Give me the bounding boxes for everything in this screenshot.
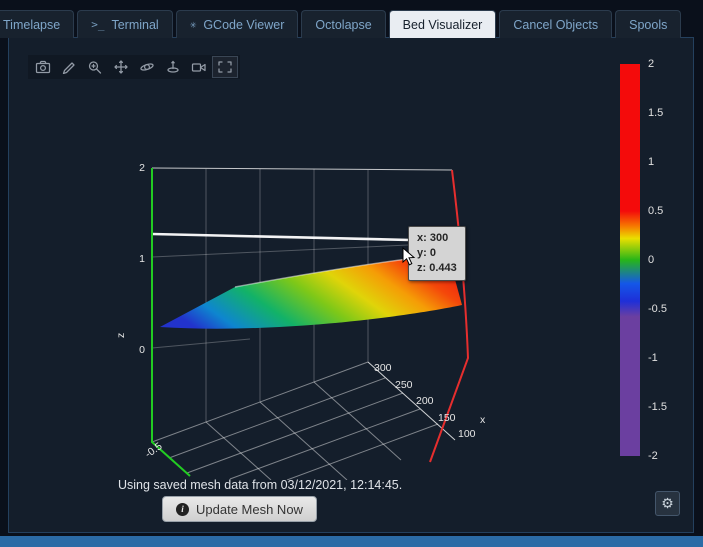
tab-label: Octolapse xyxy=(315,17,372,32)
z-tick: 1 xyxy=(139,253,145,265)
z-tick: -0.5 xyxy=(143,440,165,460)
tooltip-z: z: 0.443 xyxy=(417,261,457,274)
tab-terminal[interactable]: >_ Terminal xyxy=(77,10,173,38)
z-axis-title: z xyxy=(115,333,127,338)
tooltip-y: y: 0 xyxy=(417,246,436,259)
colorbar-tick: -2 xyxy=(648,450,658,462)
colorbar-tick: -0.5 xyxy=(648,303,667,315)
tab-label: Spools xyxy=(629,17,668,32)
tab-label: Timelapse xyxy=(3,17,61,32)
mouse-cursor xyxy=(402,247,416,266)
z-tick: 2 xyxy=(139,162,145,174)
update-mesh-label: Update Mesh Now xyxy=(196,501,303,517)
tab-gcode-viewer[interactable]: ✳ GCode Viewer xyxy=(175,10,299,38)
x-tick: 150 xyxy=(438,412,456,424)
bottom-scrollbar[interactable] xyxy=(0,536,703,547)
x-tick: 250 xyxy=(395,379,413,391)
colorbar-ticks: 2 1.5 1 0.5 0 -0.5 -1 -1.5 -2 xyxy=(648,58,667,462)
colorbar-gradient xyxy=(620,64,640,456)
tab-spools[interactable]: Spools xyxy=(615,10,682,38)
tab-label: Cancel Objects xyxy=(513,17,599,32)
tab-label: Bed Visualizer xyxy=(402,17,483,32)
colorbar-tick: 1 xyxy=(648,156,655,168)
colorbar-tick: -1.5 xyxy=(648,401,667,413)
reset-camera-icon[interactable] xyxy=(187,57,211,77)
colorbar-tick: 0.5 xyxy=(648,205,664,217)
tab-label: Terminal xyxy=(111,17,159,32)
tab-cancel-objects[interactable]: Cancel Objects xyxy=(499,10,613,38)
info-icon: i xyxy=(176,502,189,516)
colorbar-tick: 2 xyxy=(648,58,655,70)
x-tick: 200 xyxy=(416,395,434,407)
zoom-in-icon[interactable] xyxy=(83,57,107,77)
tab-bar: Timelapse >_ Terminal ✳ GCode Viewer Oct… xyxy=(0,10,682,38)
camera-snapshot-icon[interactable] xyxy=(31,57,55,77)
orbit-rotation-icon[interactable] xyxy=(135,57,159,77)
colorbar-tick: -1 xyxy=(648,352,658,364)
tab-timelapse[interactable]: Timelapse xyxy=(0,10,75,38)
colorbar-tick: 1.5 xyxy=(648,107,664,119)
colorbar-tick: 0 xyxy=(648,254,655,266)
tab-label: GCode Viewer xyxy=(203,17,285,32)
hover-tooltip: x: 300 y: 0 z: 0.443 xyxy=(408,226,466,281)
tooltip-x: x: 300 xyxy=(417,232,449,244)
fullscreen-icon[interactable] xyxy=(212,56,238,78)
tab-octolapse[interactable]: Octolapse xyxy=(301,10,386,38)
plot-modebar xyxy=(28,55,240,79)
gear-icon: ⚙ xyxy=(661,495,674,511)
edit-pencil-icon[interactable] xyxy=(57,57,81,77)
gcode-icon: ✳ xyxy=(189,18,197,31)
x-tick: 300 xyxy=(374,362,392,374)
terminal-icon: >_ xyxy=(91,18,105,31)
settings-gear-button[interactable]: ⚙ xyxy=(655,491,680,516)
bed-mesh-3d-plot[interactable]: 2 1 0 -0.5 z 300 250 200 150 100 x xyxy=(100,140,500,480)
z-tick: 0 xyxy=(139,344,145,356)
turntable-rotation-icon[interactable] xyxy=(161,57,185,77)
pan-icon[interactable] xyxy=(109,57,133,77)
update-mesh-button[interactable]: i Update Mesh Now xyxy=(162,496,317,522)
x-axis-title: x xyxy=(480,414,486,426)
mesh-data-status: Using saved mesh data from 03/12/2021, 1… xyxy=(118,478,403,492)
x-tick: 100 xyxy=(458,428,476,440)
tab-bed-visualizer[interactable]: Bed Visualizer xyxy=(388,10,497,38)
